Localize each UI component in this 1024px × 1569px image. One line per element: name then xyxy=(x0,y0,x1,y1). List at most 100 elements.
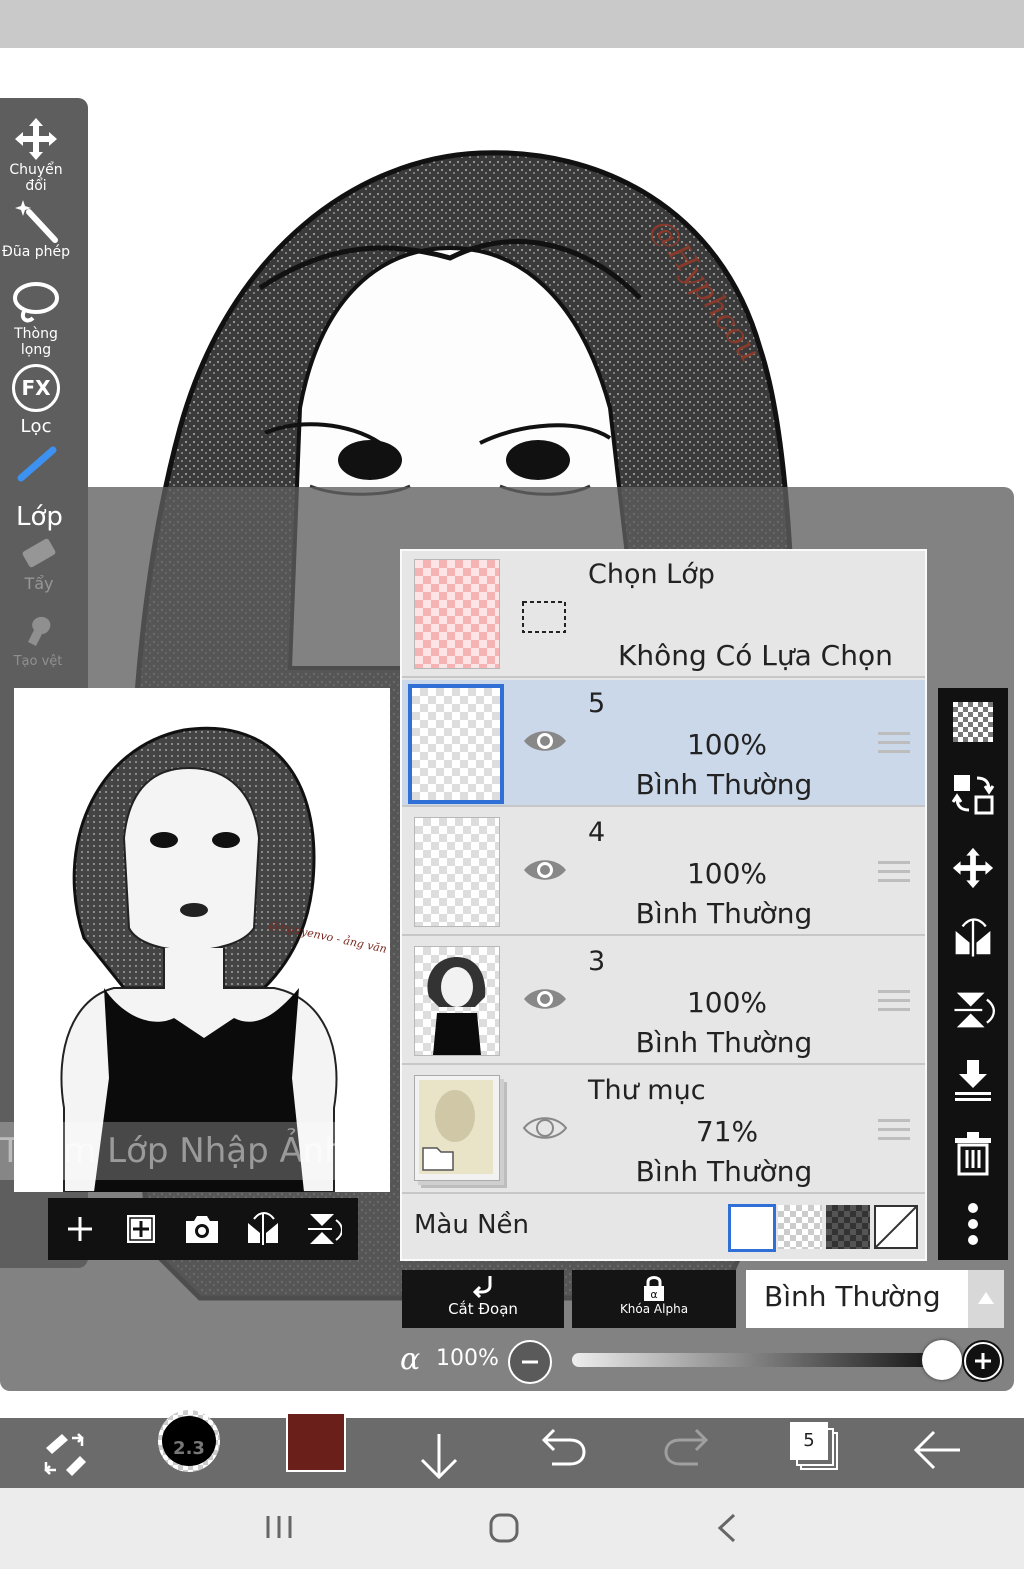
transparency-button[interactable] xyxy=(938,702,1008,742)
opacity-slider-knob[interactable] xyxy=(922,1340,962,1380)
opacity-plus-button[interactable] xyxy=(962,1340,1004,1382)
back-nav-icon[interactable] xyxy=(716,1512,738,1544)
magic-wand-icon xyxy=(15,200,58,243)
lasso-tool[interactable]: Thòng lọng xyxy=(0,280,72,358)
layer-actions-toolbar xyxy=(938,688,1008,1260)
eraser-icon xyxy=(22,538,56,568)
layer-name: Thư mục xyxy=(588,1075,706,1106)
ghost-tooltip: Thêm Lớp Nhập Ảnh xyxy=(0,1122,340,1180)
swap-layer-icon xyxy=(951,775,995,815)
drag-handle-icon[interactable] xyxy=(878,732,910,759)
flip-v-icon xyxy=(954,992,995,1028)
opacity-minus-button[interactable] xyxy=(508,1340,552,1384)
undo-icon[interactable] xyxy=(540,1426,586,1466)
opacity-slider[interactable] xyxy=(572,1340,962,1380)
visibility-eye-icon[interactable] xyxy=(522,726,568,756)
selection-status: Không Có Lựa Chọn xyxy=(618,639,893,672)
drag-handle-icon[interactable] xyxy=(878,990,910,1017)
visibility-eye-icon[interactable] xyxy=(522,855,568,885)
background-color-label: Màu Nền xyxy=(414,1210,530,1240)
delete-icon xyxy=(955,1132,991,1176)
layer-preview: @nguyenvo - ảng văn #hd547 xyxy=(14,688,390,1192)
flip-vertical-icon[interactable] xyxy=(306,1210,342,1248)
folder-thumbnail xyxy=(414,1075,500,1181)
layer-row[interactable]: 3 100% Bình Thường xyxy=(402,938,925,1065)
layer-opacity: 100% xyxy=(686,728,768,761)
visibility-eye-icon[interactable] xyxy=(522,984,568,1014)
download-icon[interactable] xyxy=(418,1432,460,1480)
move-icon xyxy=(15,118,57,160)
layer-count: 5 xyxy=(790,1422,828,1460)
layer-list: Chọn Lớp Không Có Lựa Chọn 5 100% Bình T… xyxy=(400,549,927,1261)
bg-checker-light-option[interactable] xyxy=(778,1205,822,1249)
clipping-button[interactable]: Cắt Đoạn xyxy=(402,1270,564,1328)
tool-label: Đũa phép xyxy=(1,244,70,260)
visibility-eye-icon[interactable] xyxy=(522,1113,568,1143)
tool-swap-icon[interactable] xyxy=(40,1430,88,1476)
bg-none-option[interactable] xyxy=(874,1205,918,1249)
layer-opacity: 100% xyxy=(686,986,768,1019)
drag-handle-icon[interactable] xyxy=(878,1119,910,1146)
lasso-icon xyxy=(13,282,59,323)
bg-white-option[interactable] xyxy=(728,1204,776,1252)
blend-mode-dropdown[interactable] xyxy=(968,1270,1004,1328)
tool-label: Tạo vệt xyxy=(13,654,63,669)
layer-row[interactable]: 4 100% Bình Thường xyxy=(402,809,925,936)
fx-icon: FX xyxy=(12,364,60,412)
filter-tool[interactable]: FX Lọc xyxy=(0,364,72,437)
flip-horizontal-icon[interactable] xyxy=(244,1211,282,1247)
tool-label: Lọc xyxy=(20,416,52,437)
flip-h-icon xyxy=(955,918,991,957)
eraser-tool: Tẩy xyxy=(14,536,64,593)
smudge-icon xyxy=(28,616,51,646)
flip-vertical-button[interactable] xyxy=(938,988,1008,1036)
layer-name: 3 xyxy=(588,946,606,977)
drag-handle-icon[interactable] xyxy=(878,861,910,888)
layer-thumbnail-art xyxy=(427,957,486,1055)
layer-thumbnail xyxy=(408,684,504,804)
brush-icon xyxy=(17,446,57,482)
preview-illustration: @nguyenvo - ảng văn #hd547 xyxy=(60,726,390,1192)
more-options-button[interactable] xyxy=(938,1202,1008,1250)
layer-opacity: 100% xyxy=(686,857,768,890)
alpha-lock-button[interactable]: α Khóa Alpha xyxy=(572,1270,736,1328)
selection-rect-icon xyxy=(522,601,566,633)
status-bar xyxy=(0,0,1024,48)
merge-down-icon xyxy=(955,1060,991,1101)
move-layer-button[interactable] xyxy=(938,846,1008,894)
more-icon xyxy=(968,1203,978,1245)
bg-checker-dark-option[interactable] xyxy=(826,1205,870,1249)
color-swatch[interactable] xyxy=(286,1412,346,1472)
flip-horizontal-button[interactable] xyxy=(938,916,1008,964)
brush-tool[interactable] xyxy=(0,444,72,484)
move-layer-icon xyxy=(952,847,994,889)
brush-size-button[interactable]: 2.3 xyxy=(158,1410,220,1472)
move-tool[interactable]: Chuyển đổi xyxy=(0,116,72,194)
selection-layer-row[interactable]: Chọn Lớp Không Có Lựa Chọn xyxy=(402,551,925,678)
blend-mode-select[interactable]: Bình Thường xyxy=(746,1270,1004,1328)
swap-layer-button[interactable] xyxy=(938,772,1008,820)
minus-icon xyxy=(522,1360,538,1364)
folder-layer-row[interactable]: Thư mục 71% Bình Thường xyxy=(402,1067,925,1194)
magic-wand-tool[interactable]: Đũa phép xyxy=(0,198,72,260)
recent-apps-icon[interactable] xyxy=(264,1512,294,1542)
home-icon[interactable] xyxy=(488,1512,520,1544)
selection-thumbnail xyxy=(414,559,500,669)
redo-icon[interactable] xyxy=(664,1426,710,1466)
add-layer-icon[interactable] xyxy=(64,1213,96,1245)
alpha-symbol: α xyxy=(400,1342,421,1377)
layers-button[interactable]: 5 xyxy=(790,1422,838,1470)
add-framed-layer-icon[interactable] xyxy=(124,1212,158,1246)
back-icon[interactable] xyxy=(912,1428,962,1472)
opacity-value: 100% xyxy=(436,1346,499,1371)
tool-label: Thòng lọng xyxy=(14,326,58,358)
delete-layer-button[interactable] xyxy=(938,1130,1008,1180)
layer-name: 4 xyxy=(588,817,606,848)
tool-label: Chuyển đổi xyxy=(9,162,63,194)
merge-down-button[interactable] xyxy=(938,1058,1008,1106)
folder-thumbnail-art xyxy=(419,1080,493,1174)
bottom-toolbar: 2.3 5 xyxy=(0,1410,1024,1488)
layer-blend-mode: Bình Thường xyxy=(635,1026,813,1059)
layer-row[interactable]: 5 100% Bình Thường xyxy=(402,680,925,807)
camera-icon[interactable] xyxy=(184,1213,220,1245)
